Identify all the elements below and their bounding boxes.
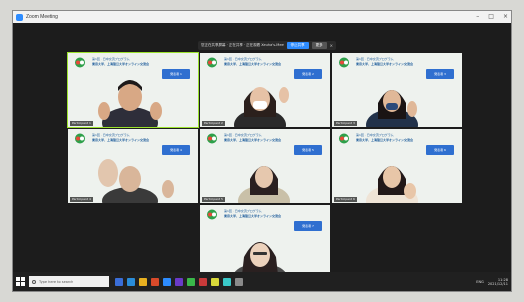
speaker-name-card: 発表者 7 (294, 221, 322, 231)
event-logo-icon (207, 133, 217, 144)
event-logo-icon (207, 57, 217, 68)
app-icon[interactable] (199, 277, 207, 286)
participant-name-label: Participant 2 (202, 121, 225, 126)
screenshot-page: Zoom Meeting – □ × 您正在共享屏幕 · 正在共享 · 正在观看… (0, 0, 524, 302)
search-icon (32, 279, 36, 284)
participant-name-label: Participant 5 (202, 197, 225, 202)
more-button[interactable]: 更多 (311, 42, 327, 49)
windows-start-button[interactable] (16, 277, 25, 286)
window-controls: – □ × (476, 12, 508, 21)
video-tile-4[interactable]: 第1回 · 日中交流プログラム 東京大学、上海復旦大学オンライン交流会 発表者 … (68, 129, 198, 203)
event-logo-icon (339, 133, 349, 144)
screen-share-bar: 您正在共享屏幕 · 正在共享 · 正在观看 Xeuha's-Meeting 屏幕… (198, 41, 336, 50)
taskbar-pinned-apps (115, 277, 243, 286)
participant-name-label: Participant 1 (70, 121, 93, 126)
speaker-name-card: 発表者 1 (162, 69, 190, 79)
zoom-taskbar-icon[interactable] (163, 277, 171, 286)
slide-header-line1: 第1回 · 日中交流プログラム (356, 57, 394, 61)
slide-header-line2: 東京大学、上海復旦大学オンライン交流会 (92, 138, 150, 142)
app-icon[interactable] (223, 277, 231, 286)
event-logo-icon (75, 133, 85, 144)
window-title: Zoom Meeting (26, 14, 58, 20)
window-titlebar[interactable]: Zoom Meeting – □ × (13, 11, 511, 23)
slide-header-line1: 第1回 · 日中交流プログラム (224, 209, 262, 213)
language-indicator[interactable]: ENG (476, 280, 484, 284)
video-tile-2[interactable]: 第1回 · 日中交流プログラム 東京大学、上海復旦大学オンライン交流会 発表者 … (200, 53, 330, 127)
task-view-icon[interactable] (115, 277, 123, 286)
speaker-name-card: 発表者 5 (294, 145, 322, 155)
app-icon[interactable] (235, 277, 243, 286)
share-status-text: 您正在共享屏幕 · 正在共享 · 正在观看 Xeuha's-Meeting 屏幕 (201, 43, 284, 47)
speaker-name-card: 発表者 2 (294, 69, 322, 79)
video-tile-1[interactable]: 第1回 · 日中交流プログラム 東京大学、上海復旦大学オンライン交流会 発表者 … (67, 52, 199, 128)
participant-name-label: Participant 6 (334, 197, 357, 202)
app-icon[interactable] (187, 277, 195, 286)
participant-name-label: Participant 3 (334, 121, 357, 126)
zoom-window: Zoom Meeting – □ × 您正在共享屏幕 · 正在共享 · 正在观看… (12, 10, 512, 292)
office-icon[interactable] (151, 277, 159, 286)
meeting-gallery: 您正在共享屏幕 · 正在共享 · 正在观看 Xeuha's-Meeting 屏幕… (13, 23, 511, 279)
video-tile-3[interactable]: 第1回 · 日中交流プログラム 東京大学、上海復旦大学オンライン交流会 発表者 … (332, 53, 462, 127)
windows-taskbar: Type here to search ENG 11:28 2021/12/11 (13, 272, 511, 291)
video-tile-6[interactable]: 第1回 · 日中交流プログラム 東京大学、上海復旦大学オンライン交流会 発表者 … (332, 129, 462, 203)
minimize-button[interactable]: – (476, 12, 479, 21)
slide-header-line2: 東京大学、上海復旦大学オンライン交流会 (224, 138, 282, 142)
speaker-name-card: 発表者 3 (426, 69, 454, 79)
slide-header-line2: 東京大学、上海復旦大学オンライン交流会 (356, 62, 414, 66)
slide-header-line1: 第1回 · 日中交流プログラム (92, 133, 130, 137)
file-explorer-icon[interactable] (139, 277, 147, 286)
event-logo-icon (339, 57, 349, 68)
event-logo-icon (207, 209, 217, 220)
slide-header-line2: 東京大学、上海復旦大学オンライン交流会 (224, 62, 282, 66)
taskbar-search-box[interactable]: Type here to search (29, 276, 109, 287)
taskbar-clock[interactable]: 11:28 2021/12/11 (488, 278, 508, 286)
video-tile-7[interactable]: 第1回 · 日中交流プログラム 東京大学、上海復旦大学オンライン交流会 発表者 … (200, 205, 330, 279)
slide-header-line1: 第1回 · 日中交流プログラム (356, 133, 394, 137)
slide-header-line1: 第1回 · 日中交流プログラム (92, 57, 130, 61)
edge-icon[interactable] (127, 277, 135, 286)
slide-header-line1: 第1回 · 日中交流プログラム (224, 133, 262, 137)
search-placeholder: Type here to search (39, 279, 74, 284)
slide-header-line1: 第1回 · 日中交流プログラム (224, 57, 262, 61)
clock-date: 2021/12/11 (487, 281, 508, 286)
maximize-button[interactable]: □ (488, 12, 494, 21)
speaker-name-card: 発表者 6 (426, 145, 454, 155)
app-icon[interactable] (211, 277, 219, 286)
speaker-name-card: 発表者 4 (162, 145, 190, 155)
close-button[interactable]: × (503, 12, 508, 21)
video-tile-5[interactable]: 第1回 · 日中交流プログラム 東京大学、上海復旦大学オンライン交流会 発表者 … (200, 129, 330, 203)
system-tray: ENG 11:28 2021/12/11 (476, 278, 508, 286)
slide-header-line2: 東京大学、上海復旦大学オンライン交流会 (224, 214, 282, 218)
participant-name-label: Participant 4 (70, 197, 93, 202)
close-icon[interactable]: × (330, 43, 333, 48)
slide-header-line2: 東京大学、上海復旦大学オンライン交流会 (92, 62, 150, 66)
event-logo-icon (75, 57, 85, 68)
zoom-app-icon (16, 13, 23, 21)
slide-header-line2: 東京大学、上海復旦大学オンライン交流会 (356, 138, 414, 142)
teams-icon[interactable] (175, 277, 183, 286)
stop-share-button[interactable]: 停止共享 (286, 42, 309, 49)
